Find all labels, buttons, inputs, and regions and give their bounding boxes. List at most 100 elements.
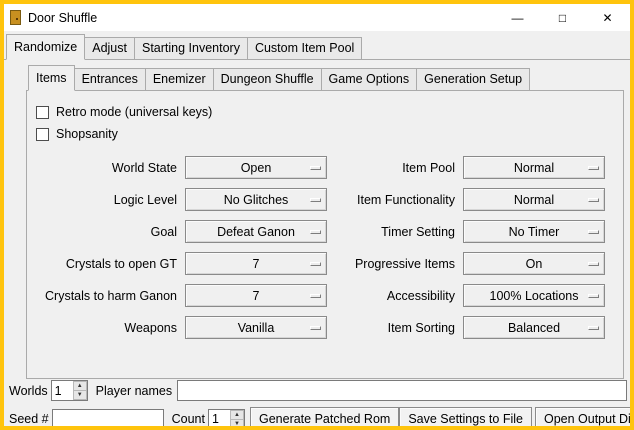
dropdown-indicator-icon (588, 262, 599, 266)
weapons-dropdown[interactable]: Vanilla (185, 316, 327, 339)
player-names-label: Player names (96, 384, 172, 398)
crystals-gt-value: 7 (253, 257, 260, 271)
crystals-ganon-value: 7 (253, 289, 260, 303)
weapons-label: Weapons (31, 321, 179, 335)
open-output-directory-button[interactable]: Open Output Directory (535, 407, 630, 426)
tab-game-options[interactable]: Game Options (321, 68, 418, 91)
app-icon (10, 10, 21, 25)
shopsanity-checkbox[interactable] (36, 128, 49, 141)
accessibility-dropdown[interactable]: 100% Locations (463, 284, 605, 307)
retro-mode-label: Retro mode (universal keys) (56, 105, 212, 119)
item-sorting-value: Balanced (508, 321, 560, 335)
crystals-gt-label: Crystals to open GT (31, 257, 179, 271)
tab-enemizer[interactable]: Enemizer (145, 68, 214, 91)
tab-custom-item-pool[interactable]: Custom Item Pool (247, 37, 362, 60)
tab-entrances[interactable]: Entrances (74, 68, 146, 91)
worlds-input[interactable] (52, 381, 73, 400)
crystals-gt-dropdown[interactable]: 7 (185, 252, 327, 275)
shopsanity-label: Shopsanity (56, 127, 118, 141)
accessibility-label: Accessibility (333, 289, 457, 303)
retro-mode-checkbox[interactable] (36, 106, 49, 119)
worlds-spin-arrows: ▲ ▼ (73, 381, 87, 400)
window-controls: — □ ✕ (495, 4, 630, 31)
count-input[interactable] (209, 410, 230, 427)
generate-patched-rom-button[interactable]: Generate Patched Rom (250, 407, 399, 426)
app-window: Door Shuffle — □ ✕ Randomize Adjust Star… (0, 0, 634, 430)
dropdown-indicator-icon (310, 294, 321, 298)
crystals-ganon-label: Crystals to harm Ganon (31, 289, 179, 303)
timer-setting-value: No Timer (509, 225, 560, 239)
count-spin-up-icon[interactable]: ▲ (230, 410, 244, 420)
minimize-button[interactable]: — (495, 4, 540, 31)
timer-setting-dropdown[interactable]: No Timer (463, 220, 605, 243)
dropdown-indicator-icon (588, 166, 599, 170)
tab-generation-setup[interactable]: Generation Setup (416, 68, 530, 91)
progressive-items-label: Progressive Items (333, 257, 457, 271)
item-functionality-value: Normal (514, 193, 554, 207)
outer-tab-bar: Randomize Adjust Starting Inventory Cust… (4, 34, 630, 60)
dropdown-indicator-icon (588, 294, 599, 298)
goal-label: Goal (31, 225, 179, 239)
item-functionality-label: Item Functionality (333, 193, 457, 207)
dropdown-indicator-icon (588, 326, 599, 330)
seed-label: Seed # (9, 412, 49, 426)
dropdown-indicator-icon (310, 166, 321, 170)
dropdown-indicator-icon (310, 326, 321, 330)
item-sorting-label: Item Sorting (333, 321, 457, 335)
tab-dungeon-shuffle[interactable]: Dungeon Shuffle (213, 68, 322, 91)
worlds-spin-down-icon[interactable]: ▼ (73, 391, 87, 400)
close-button[interactable]: ✕ (585, 4, 630, 31)
tab-starting-inventory[interactable]: Starting Inventory (134, 37, 248, 60)
item-pool-label: Item Pool (333, 161, 457, 175)
retro-mode-row: Retro mode (universal keys) (36, 102, 619, 122)
seed-input[interactable] (52, 409, 164, 427)
progressive-items-dropdown[interactable]: On (463, 252, 605, 275)
count-spinbox: ▲ ▼ (208, 409, 245, 427)
dropdown-indicator-icon (310, 198, 321, 202)
weapons-value: Vanilla (238, 321, 275, 335)
item-pool-value: Normal (514, 161, 554, 175)
tab-adjust[interactable]: Adjust (84, 37, 135, 60)
worlds-spin-up-icon[interactable]: ▲ (73, 381, 87, 391)
count-spin-arrows: ▲ ▼ (230, 410, 244, 427)
items-pane: Retro mode (universal keys) Shopsanity W… (26, 91, 624, 379)
tab-items[interactable]: Items (28, 65, 75, 91)
count-label: Count (172, 412, 205, 426)
dropdown-indicator-icon (588, 230, 599, 234)
inner-tab-bar: Items Entrances Enemizer Dungeon Shuffle… (26, 65, 624, 91)
item-sorting-dropdown[interactable]: Balanced (463, 316, 605, 339)
seed-row: Seed # Count ▲ ▼ Generate Patched Rom Sa… (9, 406, 627, 426)
shopsanity-row: Shopsanity (36, 124, 619, 144)
item-pool-dropdown[interactable]: Normal (463, 156, 605, 179)
client-area: Randomize Adjust Starting Inventory Cust… (4, 31, 630, 426)
logic-level-value: No Glitches (224, 193, 289, 207)
world-state-label: World State (31, 161, 179, 175)
logic-level-dropdown[interactable]: No Glitches (185, 188, 327, 211)
inner-notebook: Items Entrances Enemizer Dungeon Shuffle… (26, 65, 624, 379)
window-title: Door Shuffle (28, 11, 97, 25)
worlds-row: Worlds ▲ ▼ Player names (9, 379, 627, 402)
crystals-ganon-dropdown[interactable]: 7 (185, 284, 327, 307)
item-functionality-dropdown[interactable]: Normal (463, 188, 605, 211)
worlds-label: Worlds (9, 384, 48, 398)
dropdown-indicator-icon (588, 198, 599, 202)
logic-level-label: Logic Level (31, 193, 179, 207)
dropdown-indicator-icon (310, 262, 321, 266)
dropdown-indicator-icon (310, 230, 321, 234)
player-names-input[interactable] (177, 380, 627, 401)
timer-setting-label: Timer Setting (333, 225, 457, 239)
goal-dropdown[interactable]: Defeat Ganon (185, 220, 327, 243)
options-grid: World State Open Item Pool Normal Logic … (31, 156, 619, 339)
progressive-items-value: On (526, 257, 543, 271)
save-settings-button[interactable]: Save Settings to File (399, 407, 532, 426)
world-state-value: Open (241, 161, 272, 175)
count-spin-down-icon[interactable]: ▼ (230, 420, 244, 427)
tab-randomize[interactable]: Randomize (6, 34, 85, 60)
maximize-button[interactable]: □ (540, 4, 585, 31)
goal-value: Defeat Ganon (217, 225, 295, 239)
worlds-spinbox: ▲ ▼ (51, 380, 88, 401)
world-state-dropdown[interactable]: Open (185, 156, 327, 179)
footer: Worlds ▲ ▼ Player names Seed # Count (4, 379, 630, 426)
accessibility-value: 100% Locations (490, 289, 579, 303)
titlebar: Door Shuffle — □ ✕ (4, 4, 630, 31)
